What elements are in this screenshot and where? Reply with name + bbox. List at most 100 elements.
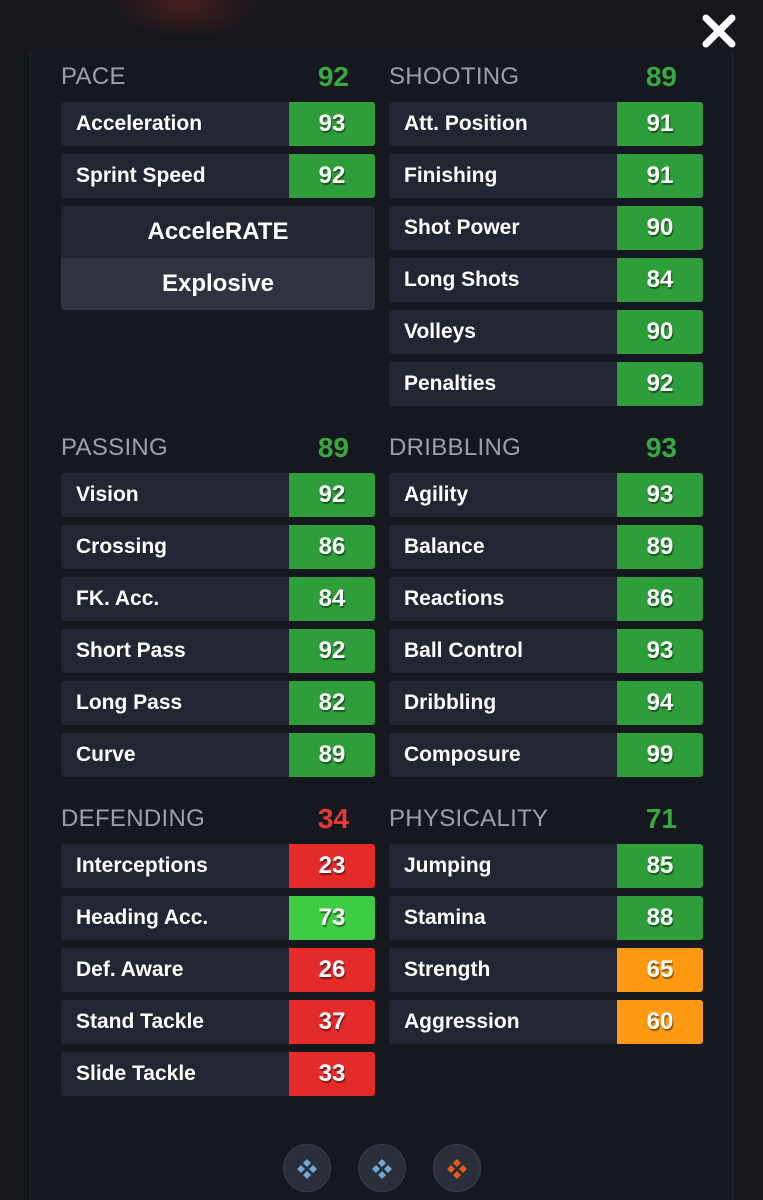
group-title: SHOOTING bbox=[389, 63, 520, 90]
stat-value: 90 bbox=[617, 206, 703, 250]
stat-row-curve[interactable]: Curve 89 bbox=[61, 733, 375, 777]
nav-dot-1[interactable] bbox=[283, 1144, 331, 1192]
stat-row-short-pass[interactable]: Short Pass 92 bbox=[61, 629, 375, 673]
stat-value: 86 bbox=[617, 577, 703, 621]
stat-value: 92 bbox=[289, 629, 375, 673]
stat-row-long-pass[interactable]: Long Pass 82 bbox=[61, 681, 375, 725]
stat-row-att-position[interactable]: Att. Position 91 bbox=[389, 102, 703, 146]
stat-value: 37 bbox=[289, 1000, 375, 1044]
playstyles-list: AcceleRATE Explosive bbox=[61, 206, 375, 310]
group-value: 92 bbox=[317, 61, 349, 92]
stat-label: Agility bbox=[389, 473, 617, 517]
stat-row-heading-acc[interactable]: Heading Acc. 73 bbox=[61, 896, 375, 940]
stat-row-slide-tackle[interactable]: Slide Tackle 33 bbox=[61, 1052, 375, 1096]
stat-row-reactions[interactable]: Reactions 86 bbox=[389, 577, 703, 621]
stat-row-interceptions[interactable]: Interceptions 23 bbox=[61, 844, 375, 888]
stat-row-crossing[interactable]: Crossing 86 bbox=[61, 525, 375, 569]
stat-value: 73 bbox=[289, 896, 375, 940]
stat-label: Curve bbox=[61, 733, 289, 777]
stat-value: 26 bbox=[289, 948, 375, 992]
stat-value: 93 bbox=[617, 629, 703, 673]
stat-label: Short Pass bbox=[61, 629, 289, 673]
close-icon bbox=[702, 14, 736, 48]
group-value: 34 bbox=[317, 803, 349, 834]
stat-value: 93 bbox=[289, 102, 375, 146]
stat-value: 60 bbox=[617, 1000, 703, 1044]
stat-row-penalties[interactable]: Penalties 92 bbox=[389, 362, 703, 406]
group-title: PASSING bbox=[61, 434, 169, 461]
stat-row-sprint-speed[interactable]: Sprint Speed 92 bbox=[61, 154, 375, 198]
stat-label: Sprint Speed bbox=[61, 154, 289, 198]
stat-row-aggression[interactable]: Aggression 60 bbox=[389, 1000, 703, 1044]
stat-label: Jumping bbox=[389, 844, 617, 888]
stat-row-fk-acc[interactable]: FK. Acc. 84 bbox=[61, 577, 375, 621]
stat-label: Volleys bbox=[389, 310, 617, 354]
stat-row-composure[interactable]: Composure 99 bbox=[389, 733, 703, 777]
stat-row-dribbling[interactable]: Dribbling 94 bbox=[389, 681, 703, 725]
group-header: DRIBBLING 93 bbox=[389, 423, 703, 473]
stat-row-agility[interactable]: Agility 93 bbox=[389, 473, 703, 517]
stat-label: Penalties bbox=[389, 362, 617, 406]
stat-value: 99 bbox=[617, 733, 703, 777]
stat-label: Finishing bbox=[389, 154, 617, 198]
stat-value: 92 bbox=[289, 473, 375, 517]
stat-group-defending: DEFENDING 34 Interceptions 23 Heading Ac… bbox=[61, 794, 375, 1104]
stat-group-dribbling: DRIBBLING 93 Agility 93 Balance 89 React… bbox=[389, 423, 703, 785]
stat-value: 91 bbox=[617, 154, 703, 198]
stat-row-stand-tackle[interactable]: Stand Tackle 37 bbox=[61, 1000, 375, 1044]
page-nav bbox=[0, 1144, 763, 1194]
group-header: PACE 92 bbox=[61, 52, 375, 102]
group-title: DRIBBLING bbox=[389, 434, 522, 461]
stat-label: Strength bbox=[389, 948, 617, 992]
group-title: PACE bbox=[61, 63, 126, 90]
stat-value: 23 bbox=[289, 844, 375, 888]
stat-value: 65 bbox=[617, 948, 703, 992]
stat-value: 90 bbox=[617, 310, 703, 354]
playstyle-explosive[interactable]: Explosive bbox=[61, 258, 375, 310]
stat-row-strength[interactable]: Strength 65 bbox=[389, 948, 703, 992]
group-value: 89 bbox=[317, 432, 349, 463]
stat-label: Long Pass bbox=[61, 681, 289, 725]
stat-row-volleys[interactable]: Volleys 90 bbox=[389, 310, 703, 354]
group-header: PHYSICALITY 71 bbox=[389, 794, 703, 844]
stat-value: 93 bbox=[617, 473, 703, 517]
stat-value: 92 bbox=[617, 362, 703, 406]
diamond-cluster-icon bbox=[297, 1159, 317, 1179]
stat-label: Slide Tackle bbox=[61, 1052, 289, 1096]
stat-value: 88 bbox=[617, 896, 703, 940]
stat-row-jumping[interactable]: Jumping 85 bbox=[389, 844, 703, 888]
stat-row-finishing[interactable]: Finishing 91 bbox=[389, 154, 703, 198]
group-value: 93 bbox=[645, 432, 677, 463]
stat-label: Crossing bbox=[61, 525, 289, 569]
stat-label: Long Shots bbox=[389, 258, 617, 302]
background-glow bbox=[110, 0, 260, 40]
stat-row-acceleration[interactable]: Acceleration 93 bbox=[61, 102, 375, 146]
group-value: 89 bbox=[645, 61, 677, 92]
group-title: PHYSICALITY bbox=[389, 805, 549, 832]
stat-row-ball-control[interactable]: Ball Control 93 bbox=[389, 629, 703, 673]
stat-value: 94 bbox=[617, 681, 703, 725]
playstyle-accelerate[interactable]: AcceleRATE bbox=[61, 206, 375, 258]
stat-group-pace: PACE 92 Acceleration 93 Sprint Speed 92 … bbox=[61, 52, 375, 310]
stat-row-balance[interactable]: Balance 89 bbox=[389, 525, 703, 569]
stat-row-long-shots[interactable]: Long Shots 84 bbox=[389, 258, 703, 302]
stat-value: 92 bbox=[289, 154, 375, 198]
stat-row-vision[interactable]: Vision 92 bbox=[61, 473, 375, 517]
stat-label: Stand Tackle bbox=[61, 1000, 289, 1044]
stat-value: 82 bbox=[289, 681, 375, 725]
group-title: DEFENDING bbox=[61, 805, 206, 832]
stat-group-shooting: SHOOTING 89 Att. Position 91 Finishing 9… bbox=[389, 52, 703, 414]
stat-group-physicality: PHYSICALITY 71 Jumping 85 Stamina 88 Str… bbox=[389, 794, 703, 1052]
stat-label: Balance bbox=[389, 525, 617, 569]
close-button[interactable] bbox=[700, 12, 738, 50]
stat-value: 91 bbox=[617, 102, 703, 146]
stat-row-stamina[interactable]: Stamina 88 bbox=[389, 896, 703, 940]
stat-label: Composure bbox=[389, 733, 617, 777]
nav-dot-2[interactable] bbox=[358, 1144, 406, 1192]
stat-row-def-aware[interactable]: Def. Aware 26 bbox=[61, 948, 375, 992]
nav-dot-3[interactable] bbox=[433, 1144, 481, 1192]
stat-label: Shot Power bbox=[389, 206, 617, 250]
stat-value: 89 bbox=[617, 525, 703, 569]
stat-row-shot-power[interactable]: Shot Power 90 bbox=[389, 206, 703, 250]
stat-label: Heading Acc. bbox=[61, 896, 289, 940]
